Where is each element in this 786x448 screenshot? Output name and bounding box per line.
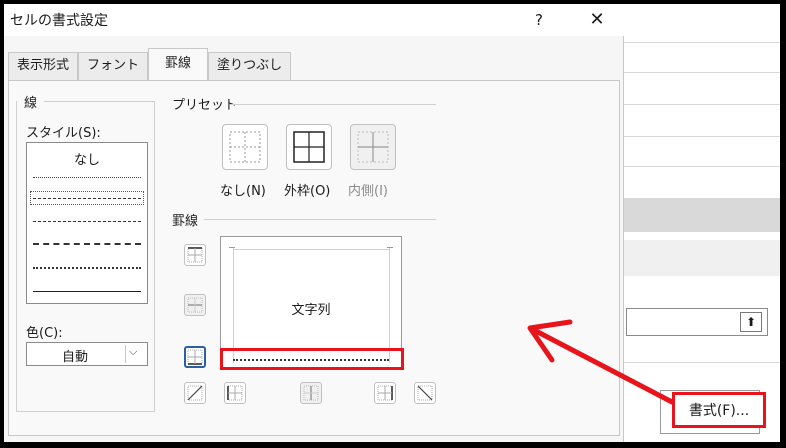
screenshot-frame: ⬆ 書式(F)... セルの書式設定 ? ✕ 表示形式 フォント 罫線 塗りつぶ…: [4, 4, 780, 442]
annotation-arrow: [527, 319, 675, 405]
